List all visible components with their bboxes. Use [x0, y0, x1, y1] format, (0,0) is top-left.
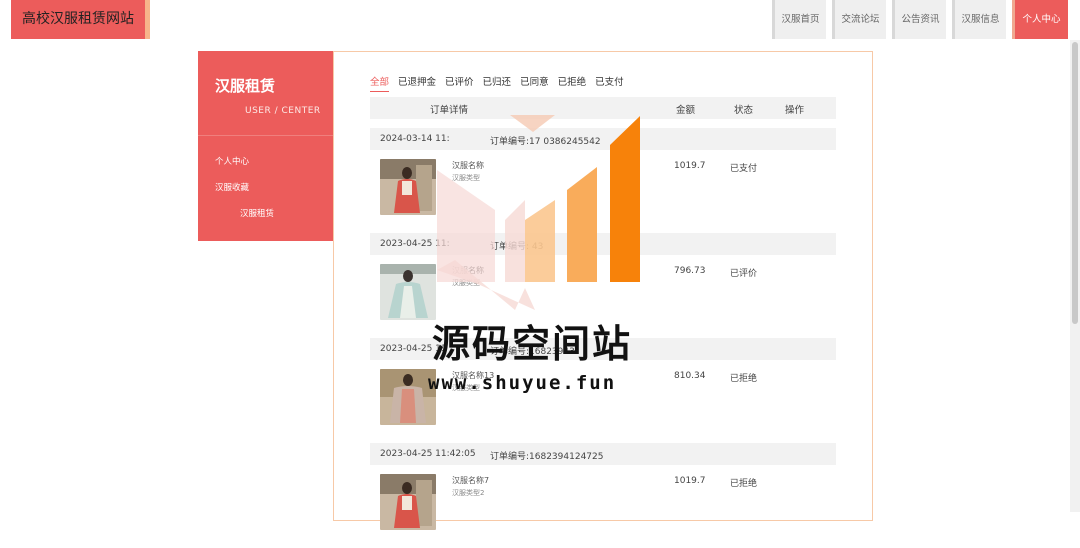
- order-header: 2024-03-14 11: 订单编号:17 0386245542: [370, 128, 836, 150]
- order-status: 已拒绝: [730, 479, 758, 489]
- user-center-sidebar: 汉服租赁 USER / CENTER 个人中心 汉服收藏 汉服租赁: [198, 51, 333, 241]
- order-number: 订单编号:1682394124725: [490, 452, 604, 462]
- header-amount: 金额: [676, 105, 696, 116]
- hanfu-name[interactable]: 汉服名称: [452, 160, 484, 171]
- sidebar-subtitle: USER / CENTER: [245, 106, 321, 116]
- hanfu-thumbnail[interactable]: [380, 159, 436, 215]
- tab-approved[interactable]: 已同意: [520, 74, 549, 92]
- order-datetime: 2024-03-14 11:: [380, 134, 450, 144]
- orders-panel: 全部 已退押金 已评价 已归还 已同意 已拒绝 已支付 订单详情 金额 状态 操…: [333, 51, 873, 530]
- nav-item-news[interactable]: 公告资讯: [892, 0, 946, 39]
- watermark-text: 源码空间站: [432, 322, 633, 366]
- nav-item-home[interactable]: 汉服首页: [772, 0, 826, 39]
- order-datetime: 2023-04-25 11:: [380, 239, 450, 249]
- hanfu-type: 汉服类型: [452, 279, 480, 287]
- order-header: 2023-04-25 11:42:05 订单编号:1682394124725: [370, 443, 836, 465]
- order-status-tabs: 全部 已退押金 已评价 已归还 已同意 已拒绝 已支付: [370, 74, 633, 92]
- watermark-url: www.shuyue.fun: [428, 372, 617, 394]
- hanfu-type: 汉服类型: [452, 174, 480, 182]
- header-status: 状态: [734, 105, 754, 116]
- page-scrollbar[interactable]: [1070, 40, 1080, 512]
- orders-table-header: 订单详情 金额 状态 操作: [370, 97, 836, 119]
- order-header: 2023-04-25 11: 订单编号: 43: [370, 233, 836, 255]
- order-amount: 810.34: [674, 371, 706, 381]
- hanfu-name[interactable]: 汉服名称: [452, 265, 484, 276]
- hanfu-name[interactable]: 汉服名称7: [452, 475, 489, 486]
- nav-item-forum[interactable]: 交流论坛: [832, 0, 886, 39]
- nav-item-user-center[interactable]: 个人中心: [1012, 0, 1068, 39]
- header-action: 操作: [785, 105, 805, 116]
- order-amount: 796.73: [674, 266, 706, 276]
- order-number: 订单编号: 43: [490, 242, 544, 252]
- hanfu-thumbnail[interactable]: [380, 474, 436, 530]
- order-status: 已评价: [730, 269, 758, 279]
- order-number: 订单编号:17 0386245542: [490, 137, 601, 147]
- scrollbar-thumb[interactable]: [1072, 42, 1078, 324]
- hanfu-thumbnail[interactable]: [380, 264, 436, 320]
- top-navigation-bar: 高校汉服租赁网站 汉服首页 交流论坛 公告资讯 汉服信息 个人中心: [0, 0, 1080, 40]
- sidebar-item-rental[interactable]: 汉服租赁: [240, 207, 274, 219]
- tab-returned[interactable]: 已归还: [483, 74, 512, 92]
- sidebar-item-favorites[interactable]: 汉服收藏: [215, 181, 249, 193]
- tab-reviewed[interactable]: 已评价: [445, 74, 474, 92]
- tab-all[interactable]: 全部: [370, 74, 390, 92]
- sidebar-item-user-center[interactable]: 个人中心: [215, 155, 249, 167]
- tab-paid[interactable]: 已支付: [595, 74, 624, 92]
- header-order-detail: 订单详情: [430, 105, 469, 116]
- order-amount: 1019.7: [674, 476, 706, 486]
- tab-rejected[interactable]: 已拒绝: [558, 74, 587, 92]
- order-status: 已支付: [730, 164, 758, 174]
- hanfu-type: 汉服类型2: [452, 489, 485, 497]
- sidebar-divider: [198, 135, 333, 136]
- order-row: 2024-03-14 11: 订单编号:17 0386245542 汉服名称 汉…: [370, 128, 836, 233]
- order-datetime: 2023-04-25 11:42:05: [380, 449, 476, 459]
- site-brand[interactable]: 高校汉服租赁网站: [11, 0, 150, 39]
- order-status: 已拒绝: [730, 374, 758, 384]
- order-row: 2023-04-25 11:42:05 订单编号:1682394124725 汉…: [370, 443, 836, 548]
- sidebar-title: 汉服租赁: [215, 77, 276, 95]
- order-amount: 1019.7: [674, 161, 706, 171]
- nav-item-hanfu-info[interactable]: 汉服信息: [952, 0, 1006, 39]
- tab-deposit-refunded[interactable]: 已退押金: [398, 74, 436, 92]
